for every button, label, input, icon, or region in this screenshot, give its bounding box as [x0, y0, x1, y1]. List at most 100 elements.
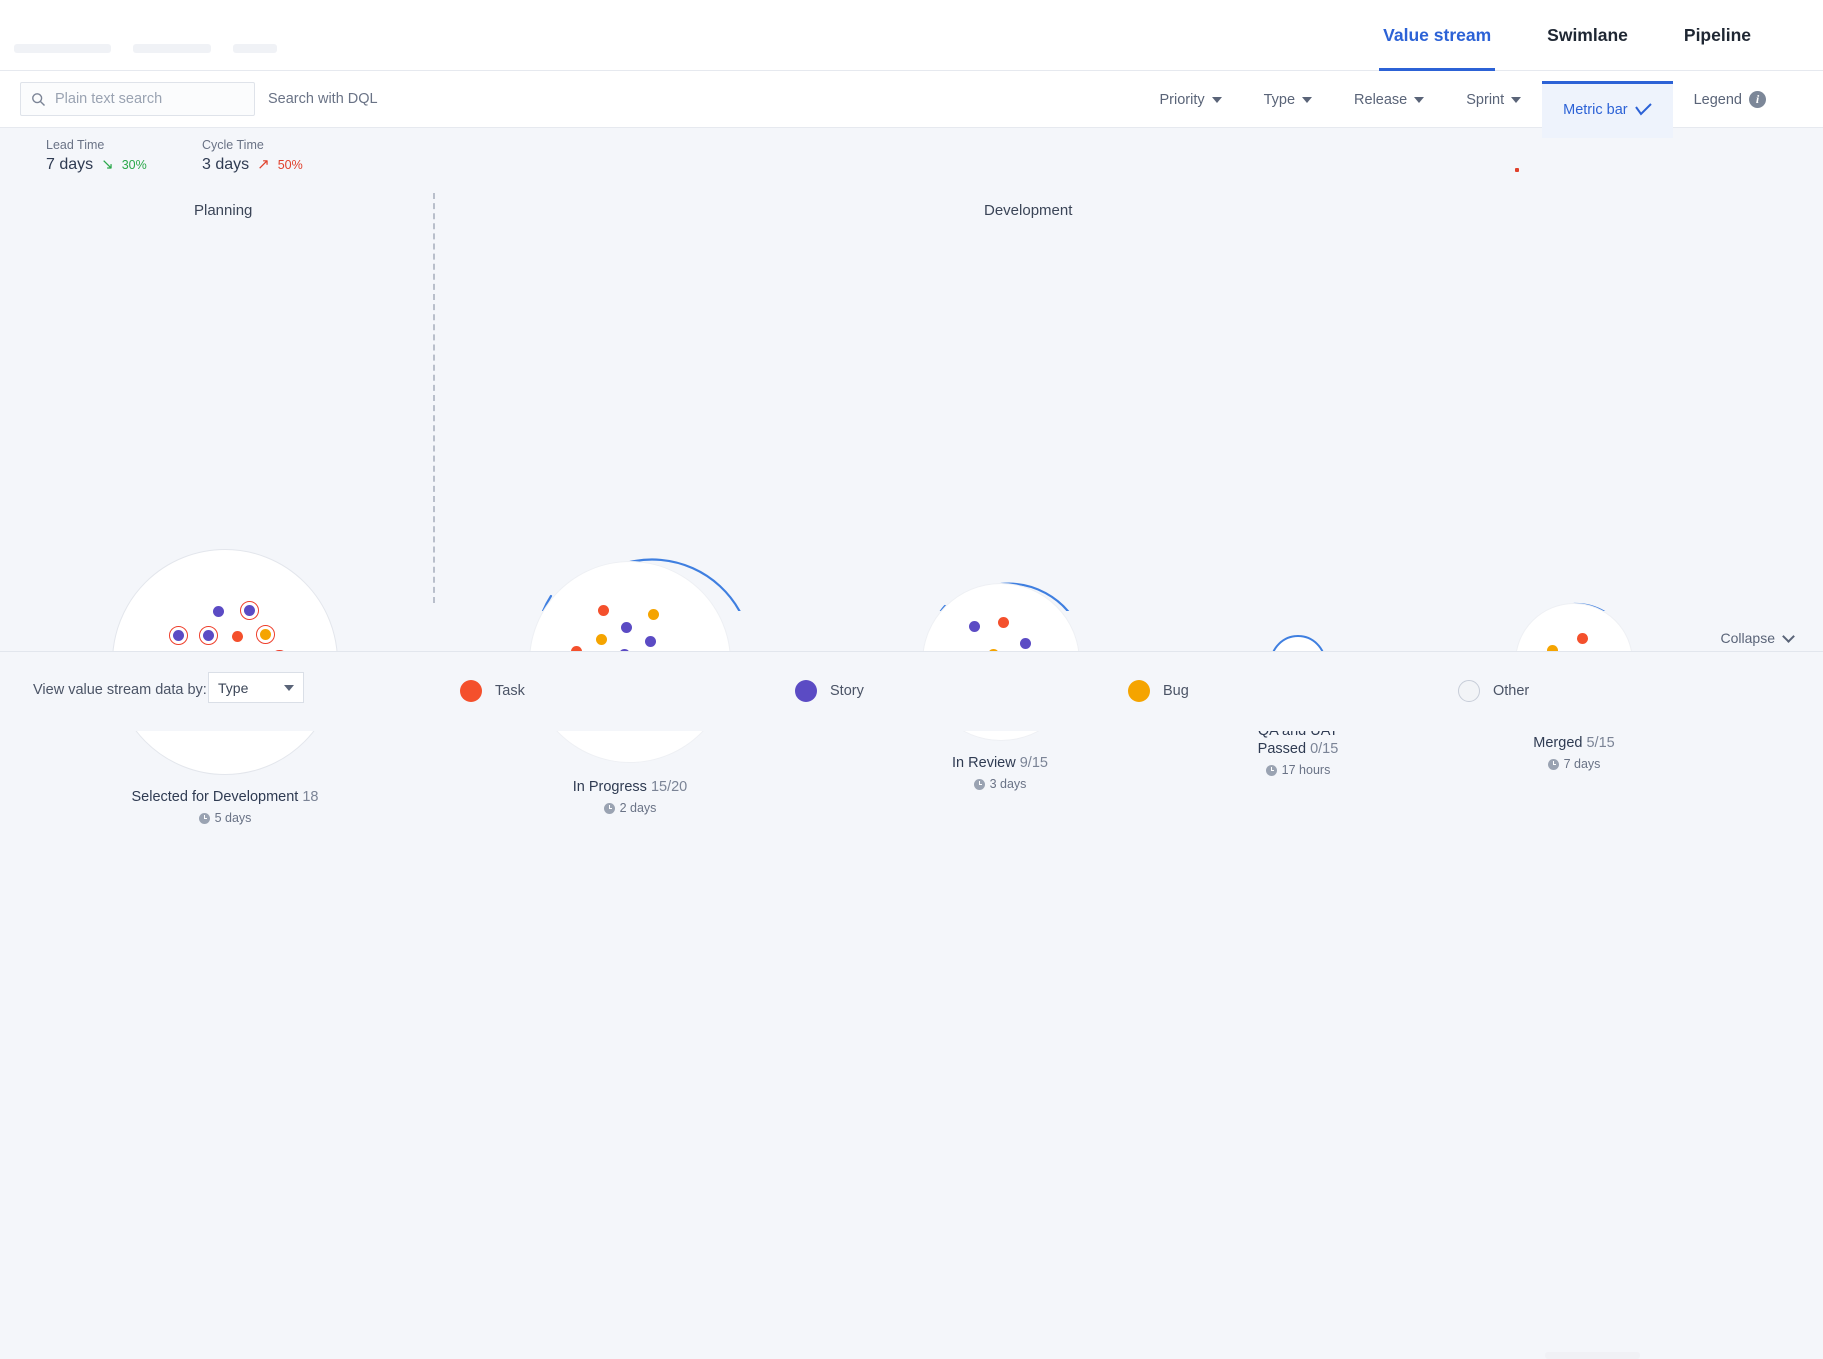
item-dot-task[interactable]: [598, 605, 609, 616]
filter-release-label: Release: [1354, 91, 1408, 108]
item-dot-bug[interactable]: [596, 634, 607, 645]
legend-label-other: Other: [1493, 683, 1530, 699]
stage-duration: 17 hours: [1198, 763, 1398, 777]
stage-name-line-3: Passed: [1257, 741, 1307, 758]
item-dot-task[interactable]: [232, 631, 243, 642]
metric-lead-time-value: 7 days: [46, 156, 94, 173]
metric-cycle-time-delta: 50%: [277, 158, 303, 172]
legend-swatch-task: [460, 680, 482, 702]
placeholder-chips: [14, 44, 277, 53]
tab-value-stream[interactable]: Value stream: [1355, 0, 1519, 71]
stage-name: Selected for Development: [131, 789, 299, 805]
arrow-up-icon: ↗: [257, 156, 270, 173]
filter-priority[interactable]: Priority: [1138, 71, 1242, 128]
stage-duration-label: 17 hours: [1281, 763, 1331, 777]
value-stream-canvas: Planning Development Selected for Develo…: [0, 186, 1823, 825]
search-icon: [32, 92, 45, 106]
legend-toggle[interactable]: Legend i: [1673, 71, 1787, 128]
stage-duration: 5 days: [85, 811, 365, 825]
blocked-ring-icon: [199, 626, 218, 645]
blocked-ring-icon: [169, 626, 188, 645]
item-dot-story[interactable]: [969, 621, 980, 632]
chevron-down-icon: [284, 684, 294, 691]
legend-swatch-story: [795, 680, 817, 702]
stage-name: In Review: [952, 755, 1016, 771]
legend-swatch-other: [1458, 680, 1480, 702]
search-box[interactable]: Plain text search: [20, 82, 255, 116]
legend-item-story[interactable]: Story: [795, 680, 864, 702]
legend-label-story: Story: [830, 683, 864, 699]
chevron-down-icon: [1414, 96, 1425, 103]
legend-label: Legend: [1693, 91, 1742, 108]
metric-lead-time-delta: 30%: [121, 158, 147, 172]
filter-sprint[interactable]: Sprint: [1445, 71, 1542, 128]
filter-priority-label: Priority: [1159, 91, 1205, 108]
item-dot-story[interactable]: [213, 606, 224, 617]
clock-icon: [198, 812, 210, 824]
stage-duration: 7 days: [1464, 757, 1684, 771]
search-with-dql-link[interactable]: Search with DQL: [268, 91, 378, 107]
placeholder-chip: [233, 44, 277, 53]
clock-icon: [1547, 758, 1559, 770]
filter-bar: Plain text search Search with DQL Priori…: [0, 71, 1823, 138]
item-dot-bug[interactable]: [648, 609, 659, 620]
tab-swimlane[interactable]: Swimlane: [1519, 0, 1656, 71]
stage-caption: In Review 9/15: [880, 754, 1120, 772]
metric-cycle-time: Cycle Time 3 days ↗ 50%: [202, 138, 303, 174]
filter-sprint-label: Sprint: [1466, 91, 1505, 108]
tab-swimlane-label: Swimlane: [1547, 25, 1628, 45]
clock-icon: [603, 802, 615, 814]
stage-duration-label: 3 days: [989, 777, 1027, 791]
trend-up-icon: [1634, 103, 1652, 116]
arrow-down-icon: ↘: [101, 156, 114, 173]
legend-item-other[interactable]: Other: [1458, 680, 1529, 702]
filter-release[interactable]: Release: [1333, 71, 1445, 128]
search-input[interactable]: Plain text search: [55, 91, 162, 107]
item-dot-task[interactable]: [998, 617, 1009, 628]
filter-type[interactable]: Type: [1243, 71, 1333, 128]
stage-caption: Merged 5/15: [1464, 734, 1684, 752]
view-by-value: Type: [218, 679, 249, 696]
stage-count: 5/15: [1586, 735, 1615, 751]
legend-label-bug: Bug: [1163, 683, 1189, 699]
legend-label-task: Task: [495, 683, 525, 699]
clock-icon: [1265, 764, 1277, 776]
stage-name: Merged: [1533, 735, 1583, 751]
blocked-ring-icon: [256, 625, 275, 644]
stage-duration: 2 days: [500, 801, 760, 815]
legend-bar: Collapse View value stream data by: Type…: [0, 629, 1823, 1359]
view-by-label: View value stream data by:: [33, 682, 207, 698]
stage-duration: 3 days: [880, 777, 1120, 791]
legend-swatch-bug: [1128, 680, 1150, 702]
stage-count: 9/15: [1019, 755, 1048, 771]
legend-item-task[interactable]: Task: [460, 680, 525, 702]
blocked-ring-icon: [240, 601, 259, 620]
metric-cycle-time-value: 3 days: [202, 156, 250, 173]
stage-duration-label: 2 days: [619, 801, 657, 815]
item-dot-story[interactable]: [645, 636, 656, 647]
chevron-down-icon: [1782, 629, 1795, 643]
collapse-label: Collapse: [1720, 630, 1775, 646]
filter-type-label: Type: [1263, 91, 1296, 108]
placeholder-chip: [133, 44, 211, 53]
item-dot-story[interactable]: [1020, 638, 1031, 649]
tab-pipeline[interactable]: Pipeline: [1656, 0, 1779, 71]
chevron-down-icon: [1511, 96, 1522, 103]
placeholder-chip: [14, 44, 111, 53]
item-dot-story[interactable]: [621, 622, 632, 633]
item-dot-task[interactable]: [1577, 633, 1588, 644]
stage-duration-label: 5 days: [214, 811, 252, 825]
alert-marker: [1515, 168, 1519, 172]
stage-count: 18: [302, 789, 319, 805]
legend-item-bug[interactable]: Bug: [1128, 680, 1189, 702]
placeholder-line: [1545, 1352, 1640, 1359]
stage-caption: Selected for Development 18: [85, 788, 365, 806]
metric-cycle-time-label: Cycle Time: [202, 138, 264, 152]
stage-duration-label: 7 days: [1563, 757, 1601, 771]
stage-count: 0/15: [1310, 741, 1339, 758]
view-by-select[interactable]: Type: [208, 672, 304, 703]
collapse-button[interactable]: Collapse: [1720, 629, 1795, 646]
stage-count: 15/20: [650, 779, 688, 795]
stage-name: In Progress: [572, 779, 647, 795]
tab-value-stream-label: Value stream: [1383, 25, 1492, 45]
